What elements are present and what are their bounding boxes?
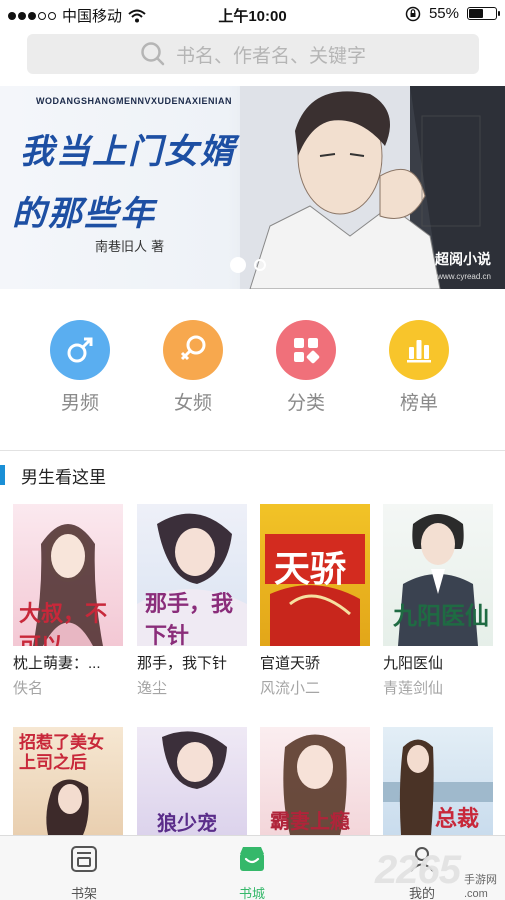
book-title: 枕上萌妻：... <box>13 655 101 672</box>
banner-site: www.cyread.cn <box>437 272 491 281</box>
book-card[interactable]: 九阳医仙 九阳医仙 青莲剑仙 <box>383 504 493 698</box>
pager-dot-active[interactable] <box>230 257 246 273</box>
divider <box>0 450 505 451</box>
book-cover[interactable]: 招惹了美女上司之后 <box>13 727 123 835</box>
category-female-label: 女频 <box>173 393 212 414</box>
banner-title-line1: 我当上门女婿 <box>20 133 236 171</box>
male-icon <box>50 320 110 380</box>
watermark-number: 2265 <box>375 848 461 892</box>
book-cover[interactable]: 九阳医仙 <box>383 504 493 646</box>
book-cover[interactable]: 霸妻上瘾 <box>260 727 370 835</box>
bookstore-icon <box>240 847 264 871</box>
banner-author: 南巷旧人 著 <box>95 240 165 255</box>
category-ranking[interactable]: 榜单 <box>379 320 459 415</box>
status-bar: 中国移动 上午10:00 55% <box>0 0 505 28</box>
watermark-site: 手游网 <box>464 874 497 886</box>
battery-percent: 55% <box>428 5 459 22</box>
book-cover[interactable]: 狼少宠 <box>137 727 247 835</box>
category-male[interactable]: 男频 <box>40 320 120 415</box>
tab-bookshelf[interactable]: 书架 <box>44 844 124 900</box>
battery-icon <box>467 7 500 20</box>
book-cover[interactable]: 天骄 <box>260 504 370 646</box>
book-author: 青莲剑仙 <box>383 680 444 697</box>
book-title: 九阳医仙 <box>383 655 444 672</box>
search-icon <box>141 42 165 66</box>
female-icon <box>163 320 223 380</box>
cover-title: 九阳医仙 <box>393 601 489 630</box>
book-title: 那手，我下针 <box>137 655 228 672</box>
watermark-logo: 2265 手游网 .com <box>375 848 497 900</box>
banner-brand: 超阅小说 <box>435 251 491 267</box>
cover-title: 那手，我下针 <box>145 591 234 646</box>
tab-bookstore[interactable]: 书城 <box>212 844 292 900</box>
book-card[interactable]: 狼少宠 <box>137 727 247 835</box>
book-cover[interactable]: 那手，我下针 <box>137 504 247 646</box>
category-female[interactable]: 女频 <box>153 320 233 415</box>
tab-bookstore-label: 书城 <box>238 886 265 900</box>
book-card[interactable]: 天骄 官道天骄 风流小二 <box>260 504 370 698</box>
search-placeholder: 书名、作者名、关键字 <box>175 45 366 67</box>
watermark-domain: .com <box>464 888 488 900</box>
book-cover[interactable]: 大叔，不可以 <box>13 504 123 646</box>
cover-title: 总裁 <box>435 806 480 832</box>
book-card[interactable]: 总裁 <box>383 727 493 835</box>
rotation-lock-icon <box>405 6 421 21</box>
cover-title: 霸妻上瘾 <box>270 809 350 833</box>
banner-title-line2: 的那些年 <box>12 195 156 233</box>
section-title: 男生看这里 <box>21 467 106 487</box>
book-author: 佚名 <box>13 680 44 697</box>
category-icon <box>276 320 336 380</box>
bookshelf-icon <box>71 846 97 872</box>
category-nav: 男频 女频 分类 榜单 <box>0 320 505 415</box>
banner-pinyin: WODANGSHANGMENNVXUDENAXIENIAN <box>36 96 233 106</box>
category-classify-label: 分类 <box>286 393 325 414</box>
section-accent-bar <box>0 465 5 485</box>
cover-title: 大叔，不可以 <box>19 601 108 646</box>
battery-level <box>469 9 484 18</box>
watermark-text: 手游网 .com <box>464 873 497 900</box>
book-title: 官道天骄 <box>260 655 321 672</box>
book-author: 风流小二 <box>260 680 321 697</box>
bookstore-page: 中国移动 上午10:00 55% 书名、作者名、关键字 WODANGSHANGM… <box>0 0 505 900</box>
cover-title: 狼少宠 <box>157 811 217 835</box>
category-classify[interactable]: 分类 <box>266 320 346 415</box>
pager-dot[interactable] <box>254 259 266 271</box>
banner-pager[interactable] <box>230 257 266 273</box>
book-card[interactable]: 招惹了美女上司之后 <box>13 727 123 835</box>
status-right: 55% <box>405 5 500 22</box>
cover-title: 招惹了美女上司之后 <box>19 733 104 773</box>
book-author: 逸尘 <box>137 680 168 697</box>
book-card[interactable]: 大叔，不可以 枕上萌妻：... 佚名 <box>13 504 123 698</box>
book-card[interactable]: 霸妻上瘾 <box>260 727 370 835</box>
ranking-icon <box>389 320 449 380</box>
book-cover[interactable]: 总裁 <box>383 727 493 835</box>
cover-title: 天骄 <box>274 548 347 590</box>
search-input[interactable]: 书名、作者名、关键字 <box>27 34 479 74</box>
book-card[interactable]: 那手，我下针 那手，我下针 逸尘 <box>137 504 247 698</box>
category-ranking-label: 榜单 <box>399 393 438 414</box>
category-male-label: 男频 <box>60 393 99 414</box>
tab-bookshelf-label: 书架 <box>70 886 97 900</box>
section-header: 男生看这里 <box>0 464 106 487</box>
